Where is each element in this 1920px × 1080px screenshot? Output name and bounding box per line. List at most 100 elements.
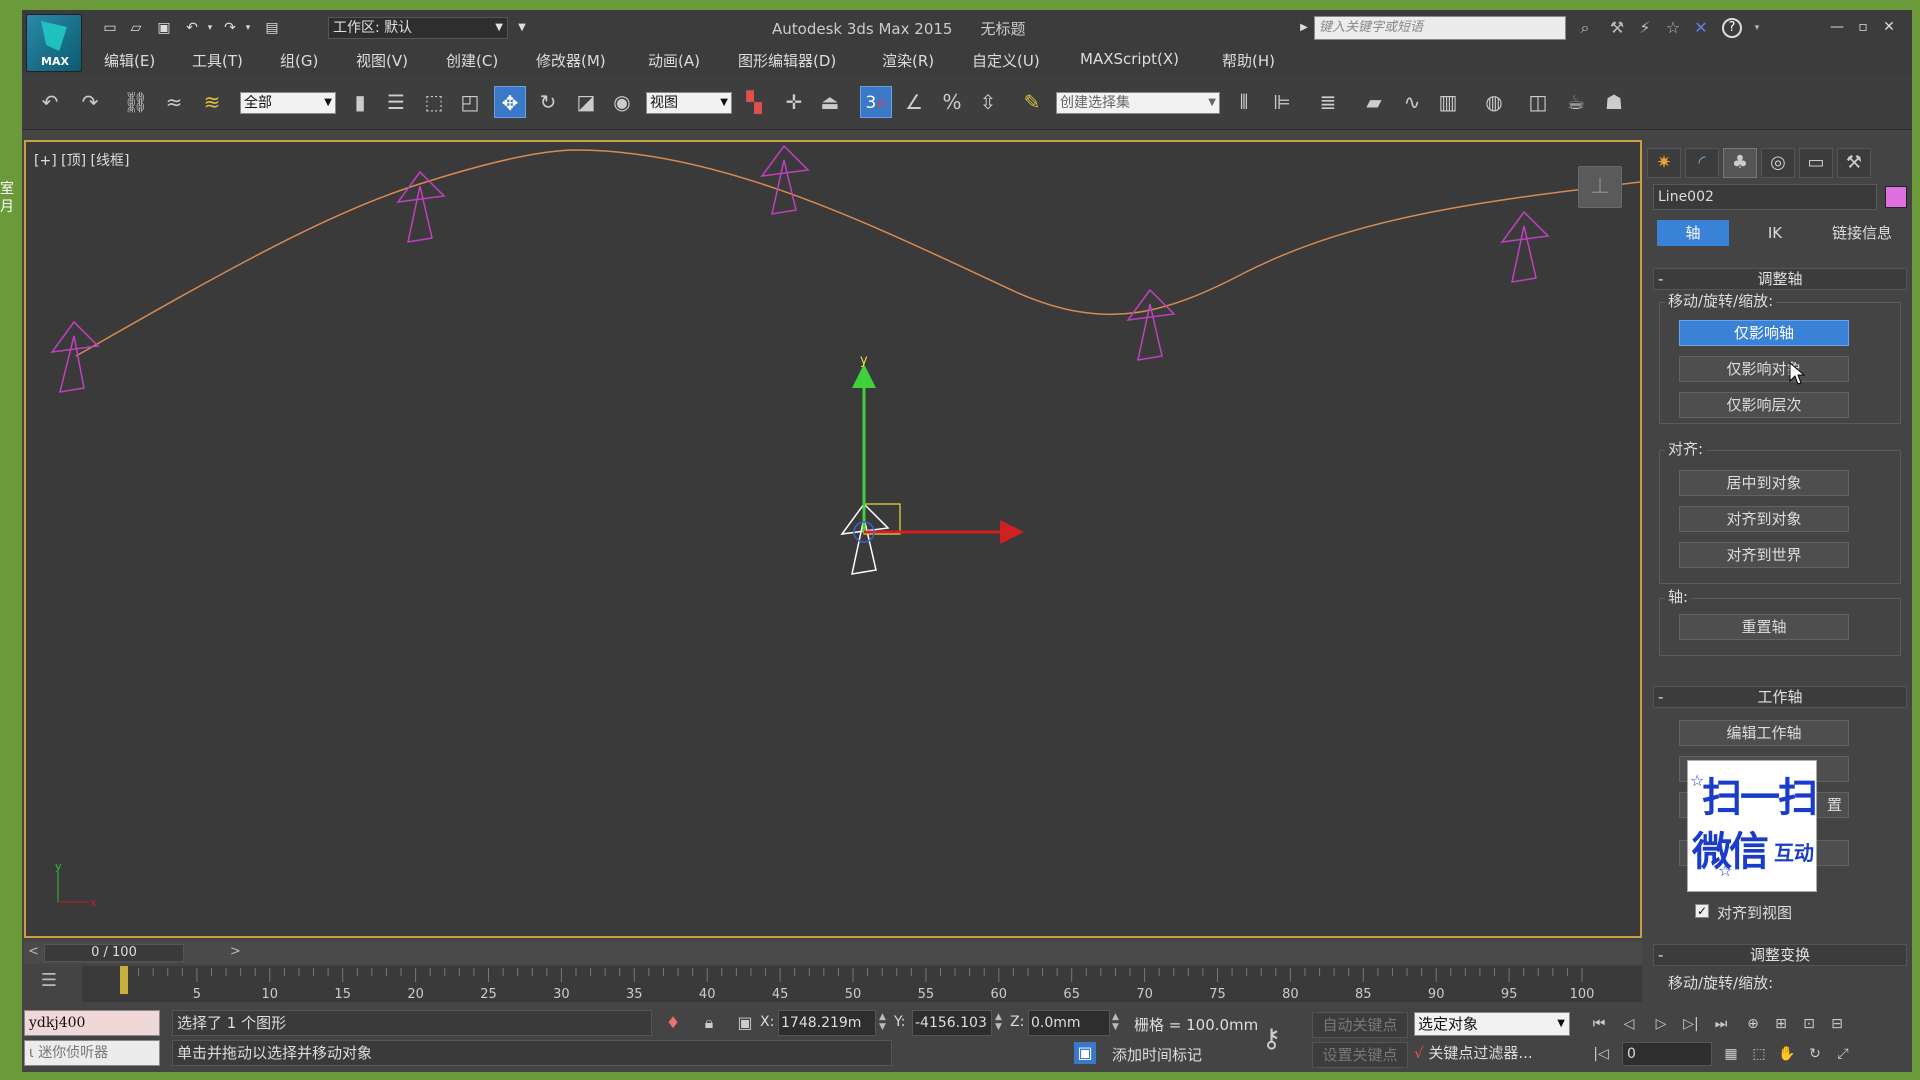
orbit-icon[interactable]: ↻ <box>1802 1042 1828 1066</box>
key-filters-button[interactable]: √ 关键点过滤器... <box>1414 1042 1533 1063</box>
menu-animation[interactable]: 动画(A) <box>648 50 700 71</box>
set-key-button[interactable]: 设置关键点 <box>1312 1042 1408 1068</box>
redo-icon[interactable]: ↷ <box>220 19 240 37</box>
edit-named-selection-icon[interactable]: ✎ <box>1016 86 1048 118</box>
y-coord-field[interactable]: -4156.103 <box>912 1010 992 1036</box>
use-pivot-center-icon[interactable]: ▚ <box>738 86 770 118</box>
select-and-move-icon[interactable]: ✥ <box>494 86 526 118</box>
curve-editor-icon[interactable]: ∿ <box>1396 86 1428 118</box>
auto-key-button[interactable]: 自动关键点 <box>1312 1012 1408 1038</box>
track-bar[interactable]: 5 10 15 20 25 30 35 40 45 50 55 60 65 70 75 80 85 90 95 100 <box>82 966 1642 1002</box>
hierarchy-panel-tab-icon[interactable]: ♣ <box>1723 148 1757 178</box>
align-to-object-button[interactable]: 对齐到对象 <box>1679 506 1849 532</box>
maxscript-user-field[interactable]: ydkj400 <box>24 1010 160 1036</box>
link-info-tab-button[interactable]: 链接信息 <box>1817 220 1907 246</box>
minimize-icon[interactable]: — <box>1826 16 1848 38</box>
open-file-icon[interactable]: ▱ <box>126 19 146 37</box>
zoom-icon[interactable]: ⊕ <box>1740 1012 1766 1036</box>
align-icon[interactable]: ⊫ <box>1266 86 1298 118</box>
maximize-viewport-icon[interactable]: ⤢ <box>1830 1042 1856 1066</box>
undo-dropdown-icon[interactable]: ▾ <box>200 19 220 37</box>
redo-dropdown-icon[interactable]: ▾ <box>238 19 258 37</box>
center-to-object-button[interactable]: 居中到对象 <box>1679 470 1849 496</box>
viewcube-home-icon[interactable]: ⊥ <box>1578 166 1622 208</box>
next-frame-icon[interactable]: ▷| <box>1678 1012 1704 1036</box>
z-spinner-icon[interactable]: ▲ ▼ <box>1112 1012 1119 1032</box>
redo-icon[interactable]: ↷ <box>74 86 106 118</box>
align-to-view-checkbox[interactable]: ✓ <box>1695 904 1709 918</box>
go-to-start-icon[interactable]: ⏮ <box>1586 1012 1612 1036</box>
zoom-all-icon[interactable]: ⊞ <box>1768 1012 1794 1036</box>
ik-tab-button[interactable]: IK <box>1739 220 1811 246</box>
create-panel-tab-icon[interactable]: ✷ <box>1647 148 1681 178</box>
menu-edit[interactable]: 编辑(E) <box>104 50 155 71</box>
exchange-apps-icon[interactable]: ✕ <box>1690 18 1712 38</box>
communication-center-icon[interactable]: ⚡ <box>1634 18 1656 38</box>
app-logo-button[interactable]: MAX <box>26 14 82 72</box>
set-key-icon[interactable]: ⚷ <box>1262 1024 1281 1054</box>
select-by-name-icon[interactable]: ☰ <box>380 86 412 118</box>
display-panel-tab-icon[interactable]: ▭ <box>1799 148 1833 178</box>
previous-frame-icon[interactable]: ◁ <box>1616 1012 1642 1036</box>
rendered-frame-window-icon[interactable]: ☕ <box>1560 86 1592 118</box>
utilities-panel-tab-icon[interactable]: ⚒ <box>1837 148 1871 178</box>
menu-graph-editors[interactable]: 图形编辑器(D) <box>738 50 836 71</box>
affect-object-only-button[interactable]: 仅影响对象 <box>1679 356 1849 382</box>
project-folder-icon[interactable]: ▤ <box>262 19 282 37</box>
motion-panel-tab-icon[interactable]: ◎ <box>1761 148 1795 178</box>
menu-help[interactable]: 帮助(H) <box>1222 50 1275 71</box>
bind-to-space-warp-icon[interactable]: ≋ <box>196 86 228 118</box>
menu-modifiers[interactable]: 修改器(M) <box>536 50 606 71</box>
menu-create[interactable]: 创建(C) <box>446 50 498 71</box>
play-icon[interactable]: ▷ <box>1648 1012 1674 1036</box>
menu-rendering[interactable]: 渲染(R) <box>882 50 934 71</box>
spinner-snap-icon[interactable]: ⇳ <box>972 86 1004 118</box>
z-coord-field[interactable]: 0.0mm <box>1028 1010 1110 1036</box>
render-setup-icon[interactable]: ◫ <box>1522 86 1554 118</box>
selection-filter-dropdown[interactable]: 全部 ▼ <box>240 92 336 114</box>
select-and-rotate-icon[interactable]: ↻ <box>532 86 564 118</box>
binoculars-icon[interactable]: ⌕ <box>1574 18 1596 38</box>
snaps-toggle-icon[interactable]: 3∩ <box>860 86 892 118</box>
time-slider[interactable]: 0 / 100 <box>44 944 184 962</box>
quick-access-menu-icon[interactable]: ▼ <box>512 19 532 37</box>
y-spinner-icon[interactable]: ▲ ▼ <box>995 1012 1002 1032</box>
object-name-field[interactable]: Line002 <box>1653 184 1877 210</box>
select-and-link-icon[interactable]: ⛓ <box>120 86 152 118</box>
reset-pivot-button[interactable]: 重置轴 <box>1679 614 1849 640</box>
align-to-world-button[interactable]: 对齐到世界 <box>1679 542 1849 568</box>
favorites-star-icon[interactable]: ☆ <box>1662 18 1684 38</box>
pivot-tab-button[interactable]: 轴 <box>1657 220 1729 246</box>
select-and-scale-icon[interactable]: ◪ <box>570 86 602 118</box>
keyboard-shortcut-override-icon[interactable]: ⏏ <box>814 86 846 118</box>
next-frame-arrow-icon[interactable]: > <box>230 944 241 959</box>
absolute-mode-icon[interactable]: ▣ <box>734 1012 756 1034</box>
workspace-dropdown[interactable]: 工作区: 默认 ▼ <box>328 17 508 39</box>
unlink-selection-icon[interactable]: ≈ <box>158 86 190 118</box>
go-to-end-icon[interactable]: ⏭ <box>1708 1012 1734 1036</box>
working-pivot-rollout-header[interactable]: - 工作轴 <box>1653 686 1907 708</box>
mini-curve-editor-icon[interactable]: ☰ <box>36 970 62 996</box>
rectangular-selection-icon[interactable]: ⬚ <box>418 86 450 118</box>
current-frame-marker[interactable] <box>120 966 128 994</box>
mirror-icon[interactable]: ⫴ <box>1228 86 1260 118</box>
undo-icon[interactable]: ↶ <box>34 86 66 118</box>
isolate-selection-icon[interactable]: ♦ <box>662 1012 684 1034</box>
material-editor-icon[interactable]: ◍ <box>1478 86 1510 118</box>
undo-icon[interactable]: ↶ <box>182 19 202 37</box>
mini-listener[interactable]: ι 迷你侦听器 <box>24 1040 160 1066</box>
x-spinner-icon[interactable]: ▲ ▼ <box>879 1012 886 1032</box>
zoom-extents-icon[interactable]: ⊡ <box>1796 1012 1822 1036</box>
help-icon[interactable]: ? <box>1722 18 1742 38</box>
menu-customize[interactable]: 自定义(U) <box>972 50 1040 71</box>
menu-maxscript[interactable]: MAXScript(X) <box>1080 50 1179 68</box>
zoom-region-icon[interactable]: ⬚ <box>1746 1042 1772 1066</box>
time-configuration-icon[interactable]: ▦ <box>1718 1042 1744 1066</box>
angle-snap-icon[interactable]: ∠ <box>898 86 930 118</box>
window-crossing-icon[interactable]: ◰ <box>454 86 486 118</box>
select-and-place-icon[interactable]: ◉ <box>606 86 638 118</box>
time-tag-icon[interactable]: ▣ <box>1074 1042 1096 1064</box>
save-file-icon[interactable]: ▣ <box>154 19 174 37</box>
maximize-icon[interactable]: ▫ <box>1852 16 1874 38</box>
zoom-extents-all-icon[interactable]: ⊟ <box>1824 1012 1850 1036</box>
